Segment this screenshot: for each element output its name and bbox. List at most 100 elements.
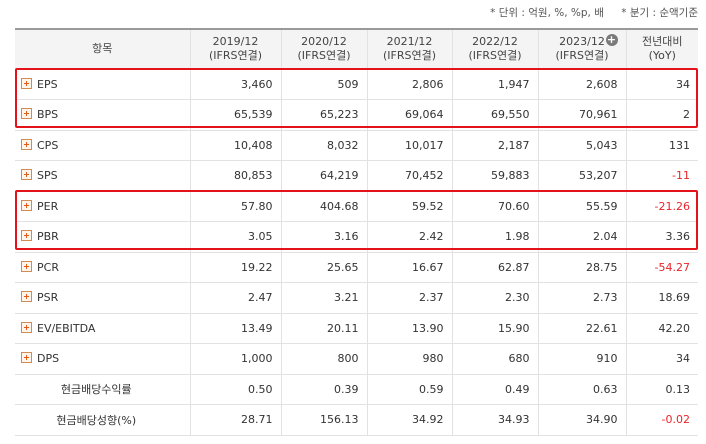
value-cell: 34.93	[451, 404, 538, 436]
value-cell: 3.16	[280, 221, 367, 253]
header-2019: 2019/12 (IFRS연결)	[189, 28, 281, 70]
value-cell: 69,550	[451, 99, 538, 131]
value-cell: 8,032	[280, 130, 367, 161]
value-cell: 80,853	[189, 160, 281, 192]
table-row: 현금배당수익률 0.50 0.39 0.59 0.49 0.63 0.13	[15, 374, 698, 405]
table-row: PER 57.80 404.68 59.52 70.60 55.59 -21.26	[15, 191, 698, 222]
expand-plus-icon[interactable]	[21, 138, 32, 150]
value-cell: 70,452	[366, 160, 452, 192]
header-2020: 2020/12 (IFRS연결)	[280, 28, 367, 70]
value-cell: 3.21	[280, 282, 367, 314]
table-row: PCR 19.22 25.65 16.67 62.87 28.75 -54.27	[15, 252, 698, 283]
row-label-cell[interactable]: BPS	[15, 99, 190, 131]
value-cell: 0.49	[451, 374, 538, 405]
value-cell: 57.80	[189, 191, 281, 222]
row-label: PCR	[37, 260, 59, 274]
unit-note: * 단위 : 억원, %, %p, 배	[490, 7, 604, 19]
table-row: 현금배당성향(%) 28.71 156.13 34.92 34.93 34.90 -0.02	[15, 404, 698, 436]
value-cell: 2.30	[451, 282, 538, 314]
row-label-cell[interactable]: EV/EBITDA	[15, 313, 190, 344]
table-row: CPS 10,408 8,032 10,017 2,187 5,043 131	[15, 130, 698, 161]
unit-notes: * 단위 : 억원, %, %p, 배 * 분기 : 순액기준	[476, 5, 698, 21]
expand-plus-icon[interactable]	[21, 169, 32, 181]
value-cell: 70.60	[451, 191, 538, 222]
value-cell: 59.52	[366, 191, 452, 222]
period-note: * 분기 : 순액기준	[621, 7, 698, 19]
value-cell: 34.90	[537, 404, 626, 436]
value-cell: 65,223	[280, 99, 367, 131]
expand-plus-icon[interactable]	[21, 199, 32, 211]
value-cell: 64,219	[280, 160, 367, 192]
row-label: CPS	[37, 138, 59, 152]
value-cell: 0.50	[189, 374, 281, 405]
yoy-cell: -54.27	[625, 252, 698, 283]
row-label: PSR	[37, 291, 59, 305]
yoy-cell: 3.36	[625, 221, 698, 253]
table-row: BPS 65,539 65,223 69,064 69,550 70,961 2	[15, 99, 698, 131]
row-label-cell[interactable]: SPS	[15, 160, 190, 192]
row-label-cell[interactable]: EPS	[15, 69, 190, 100]
yoy-cell: 2	[625, 99, 698, 131]
expand-plus-icon[interactable]	[21, 260, 32, 272]
value-cell: 65,539	[189, 99, 281, 131]
value-cell: 404.68	[280, 191, 367, 222]
value-cell: 10,408	[189, 130, 281, 161]
value-cell: 1,000	[189, 343, 281, 375]
header-2023: 2023/12 (IFRS연결) +	[537, 28, 626, 70]
value-cell: 25.65	[280, 252, 367, 283]
value-cell: 55.59	[537, 191, 626, 222]
value-cell: 800	[280, 343, 367, 375]
value-cell: 70,961	[537, 99, 626, 131]
plus-circle-icon[interactable]: +	[605, 34, 618, 46]
row-label-cell[interactable]: DPS	[15, 343, 190, 375]
yoy-cell: 0.13	[625, 374, 698, 405]
table-header-row: 항목 2019/12 (IFRS연결) 2020/12 (IFRS연결) 2021/…	[15, 28, 698, 70]
row-label-cell[interactable]: PER	[15, 191, 190, 222]
value-cell: 10,017	[366, 130, 452, 161]
value-cell: 680	[451, 343, 538, 375]
value-cell: 2.37	[366, 282, 452, 314]
value-cell: 910	[537, 343, 626, 375]
expand-plus-icon[interactable]	[21, 291, 32, 303]
yoy-cell: 131	[625, 130, 698, 161]
expand-plus-icon[interactable]	[21, 352, 32, 364]
yoy-cell: 34	[625, 69, 698, 100]
header-yoy: 전년대비 (YoY)	[625, 28, 698, 70]
row-label: SPS	[37, 169, 58, 183]
row-label: PER	[37, 199, 59, 213]
value-cell: 2,187	[451, 130, 538, 161]
table-row: EPS 3,460 509 2,806 1,947 2,608 34	[15, 69, 698, 100]
value-cell: 22.61	[537, 313, 626, 344]
header-item: 항목	[15, 28, 190, 70]
expand-plus-icon[interactable]	[21, 108, 32, 120]
row-label-cell[interactable]: PSR	[15, 282, 190, 314]
yoy-cell: -11	[625, 160, 698, 192]
value-cell: 28.75	[537, 252, 626, 283]
value-cell: 13.90	[366, 313, 452, 344]
value-cell: 980	[366, 343, 452, 375]
expand-plus-icon[interactable]	[21, 77, 32, 89]
value-cell: 2,806	[366, 69, 452, 100]
header-2022: 2022/12 (IFRS연결)	[451, 28, 538, 70]
value-cell: 69,064	[366, 99, 452, 131]
row-label: 현금배당성향(%)	[56, 413, 137, 427]
expand-plus-icon[interactable]	[21, 230, 32, 242]
value-cell: 1,947	[451, 69, 538, 100]
value-cell: 62.87	[451, 252, 538, 283]
row-label-cell: 현금배당성향(%)	[15, 404, 190, 436]
yoy-cell: 18.69	[625, 282, 698, 314]
value-cell: 59,883	[451, 160, 538, 192]
row-label-cell[interactable]: PCR	[15, 252, 190, 283]
table-row: SPS 80,853 64,219 70,452 59,883 53,207 -11	[15, 160, 698, 192]
value-cell: 19.22	[189, 252, 281, 283]
expand-plus-icon[interactable]	[21, 321, 32, 333]
row-label-cell[interactable]: PBR	[15, 221, 190, 253]
value-cell: 509	[280, 69, 367, 100]
financial-ratio-table-wrap: 항목 2019/12 (IFRS연결) 2020/12 (IFRS연결) 2021/…	[15, 28, 698, 436]
row-label: BPS	[37, 108, 59, 122]
row-label-cell[interactable]: CPS	[15, 130, 190, 161]
row-label: DPS	[37, 352, 60, 366]
value-cell: 16.67	[366, 252, 452, 283]
value-cell: 0.63	[537, 374, 626, 405]
value-cell: 1.98	[451, 221, 538, 253]
